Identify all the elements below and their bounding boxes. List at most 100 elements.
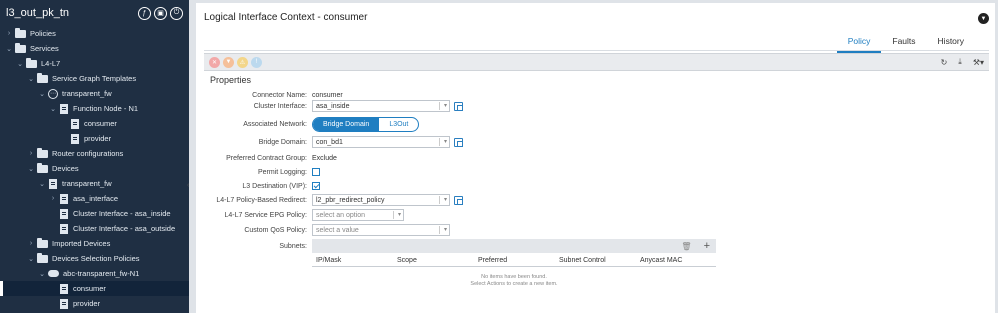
tree-item[interactable]: provider xyxy=(0,296,189,311)
document-icon xyxy=(60,283,68,294)
chevron-down-icon[interactable]: ⌄ xyxy=(38,270,46,278)
warning-icon[interactable]: ! xyxy=(251,56,262,68)
tree-item[interactable]: ⌄ ⋯ transparent_fw xyxy=(0,86,189,101)
open-link-icon[interactable] xyxy=(454,195,463,205)
chevron-down-icon: ▾ xyxy=(439,196,447,204)
trash-icon[interactable]: 🗑 xyxy=(681,242,691,251)
tree-item-label: Imported Devices xyxy=(52,239,111,248)
pbr-label: L4-L7 Policy-Based Redirect: xyxy=(216,196,307,204)
column-ip-mask[interactable]: IP/Mask xyxy=(316,257,341,264)
chevron-down-icon[interactable]: ⌄ xyxy=(49,105,57,113)
chevron-right-icon[interactable]: › xyxy=(49,195,57,202)
column-scope[interactable]: Scope xyxy=(397,257,417,264)
cloud-icon xyxy=(48,270,59,277)
tree-item[interactable]: › asa_interface xyxy=(0,191,189,206)
custom-qos-select[interactable]: select a value ▾ xyxy=(312,224,450,236)
cluster-interface-label: Cluster Interface: xyxy=(253,102,307,110)
document-icon xyxy=(71,133,79,144)
tree-item[interactable]: consumer xyxy=(0,281,189,296)
bridge-domain-select[interactable]: con_bd1 ▾ xyxy=(312,136,450,148)
tree-item[interactable]: ⌄ transparent_fw xyxy=(0,176,189,191)
folder-icon xyxy=(37,237,48,248)
tree-item[interactable]: ⌄ Services xyxy=(0,41,189,56)
chevron-down-icon[interactable]: ⌄ xyxy=(38,180,46,188)
lock-icon[interactable]: ▣ xyxy=(154,6,167,20)
bridge-domain-value: con_bd1 xyxy=(316,138,343,146)
column-anycast-mac[interactable]: Anycast MAC xyxy=(640,257,682,264)
tree-item[interactable]: ⌄ Service Graph Templates xyxy=(0,71,189,86)
tree-item[interactable]: consumer xyxy=(0,116,189,131)
preferred-contract-group-value: Exclude xyxy=(312,154,337,162)
document-icon xyxy=(60,103,68,114)
service-epg-row: L4-L7 Service EPG Policy: select an opti… xyxy=(196,208,995,222)
tree-item[interactable]: ⌄ Function Node - N1 xyxy=(0,101,189,116)
folder-icon xyxy=(37,147,48,158)
open-link-icon[interactable] xyxy=(454,101,463,111)
tree-item[interactable]: ⌄ L4-L7 xyxy=(0,56,189,71)
permit-logging-row: Permit Logging: xyxy=(196,165,995,179)
main-panel: Logical Interface Context - consumer ▼ P… xyxy=(196,3,995,313)
tree-item[interactable]: › Imported Devices xyxy=(0,236,189,251)
power-icon[interactable]: ⏻ xyxy=(170,6,183,20)
tree-item-label: consumer xyxy=(84,119,117,128)
open-link-icon[interactable] xyxy=(454,137,463,147)
pbr-select[interactable]: l2_pbr_redirect_policy ▾ xyxy=(312,194,450,206)
tree-item[interactable]: ⌄ Devices xyxy=(0,161,189,176)
cluster-interface-row: Cluster Interface: asa_inside ▾ xyxy=(196,99,995,113)
add-icon[interactable]: + xyxy=(704,240,710,252)
tree-item-label: transparent_fw xyxy=(62,89,112,98)
chevron-down-icon[interactable]: ⌄ xyxy=(38,90,46,98)
document-icon xyxy=(60,193,68,204)
associated-network-toggle: Bridge Domain L3Out xyxy=(312,116,420,132)
tree-item[interactable]: ⌄ Devices Selection Policies xyxy=(0,251,189,266)
chevron-right-icon[interactable]: › xyxy=(27,150,35,157)
preferred-contract-group-row: Preferred Contract Group: Exclude xyxy=(196,151,995,165)
tree-item[interactable]: Cluster Interface - asa_outside xyxy=(0,221,189,236)
chevron-down-icon[interactable]: ⌄ xyxy=(27,165,35,173)
tree-item[interactable]: › Policies xyxy=(0,26,189,41)
tree-item[interactable]: Cluster Interface - asa_inside xyxy=(0,206,189,221)
chevron-down-icon[interactable]: ⌄ xyxy=(5,45,13,53)
tree-item[interactable]: ⌄ abc-transparent_fw-N1 xyxy=(0,266,189,281)
column-subnet-control[interactable]: Subnet Control xyxy=(559,257,606,264)
chevron-down-icon[interactable]: ⌄ xyxy=(27,75,35,83)
navigation-tree: › Policies ⌄ Services ⌄ L4-L7 ⌄ Service Graph T… xyxy=(0,26,189,311)
custom-qos-placeholder: select a value xyxy=(316,226,359,234)
tenant-title: l3_out_pk_tn xyxy=(6,7,69,19)
l3out-option[interactable]: L3Out xyxy=(379,118,418,131)
chevron-down-icon[interactable]: ⌄ xyxy=(27,255,35,263)
l3-destination-checkbox[interactable] xyxy=(312,182,320,190)
permit-logging-label: Permit Logging: xyxy=(257,168,307,176)
chevron-down-icon[interactable]: ⌄ xyxy=(16,60,24,68)
bookmark-icon[interactable]: ▼ xyxy=(978,13,989,24)
tree-item-label: Service Graph Templates xyxy=(52,74,137,83)
tree-item-label: Devices xyxy=(52,164,79,173)
major-icon[interactable]: ▼ xyxy=(223,56,234,68)
tree-item-label: Devices Selection Policies xyxy=(52,254,140,263)
associated-network-label: Associated Network: xyxy=(243,120,307,128)
column-preferred[interactable]: Preferred xyxy=(478,257,507,264)
chevron-right-icon[interactable]: › xyxy=(27,240,35,247)
tree-item-label: Cluster Interface - asa_outside xyxy=(73,224,176,233)
document-icon xyxy=(60,223,68,234)
tree-item[interactable]: provider xyxy=(0,131,189,146)
refresh-icon[interactable]: ↻ xyxy=(941,58,948,67)
pbr-row: L4-L7 Policy-Based Redirect: l2_pbr_redi… xyxy=(196,193,995,207)
permit-logging-checkbox[interactable] xyxy=(312,168,320,176)
function-icon[interactable]: ƒ xyxy=(138,6,151,20)
download-icon[interactable]: ⤓ xyxy=(958,57,962,67)
tools-icon[interactable]: ⚒▾ xyxy=(973,58,984,67)
chevron-down-icon: ▾ xyxy=(439,226,447,234)
chevron-right-icon[interactable]: › xyxy=(5,30,13,37)
bridge-domain-label: Bridge Domain: xyxy=(258,138,307,146)
tree-item-label: Cluster Interface - asa_inside xyxy=(73,209,171,218)
tree-item-label: Function Node - N1 xyxy=(73,104,139,113)
sidebar-collapse-handle[interactable]: ‹ xyxy=(187,182,191,190)
service-epg-select[interactable]: select an option ▾ xyxy=(312,209,404,221)
minor-icon[interactable]: ⚠ xyxy=(237,56,248,68)
subnets-table-header: IP/Mask Scope Preferred Subnet Control A… xyxy=(312,254,716,267)
critical-icon[interactable]: ✕ xyxy=(209,56,220,68)
bridge-domain-option[interactable]: Bridge Domain xyxy=(313,117,380,131)
cluster-interface-select[interactable]: asa_inside ▾ xyxy=(312,100,450,112)
tree-item[interactable]: › Router configurations xyxy=(0,146,189,161)
